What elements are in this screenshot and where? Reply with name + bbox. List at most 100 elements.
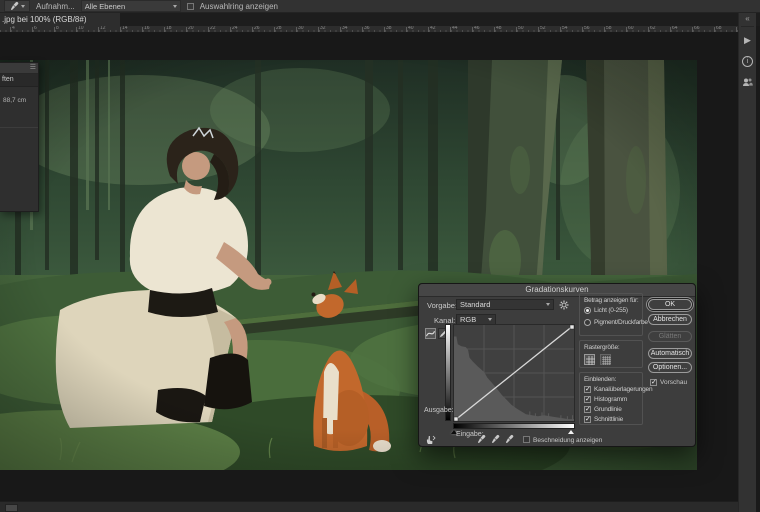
- white-point-eyedropper-icon[interactable]: [505, 434, 514, 447]
- horizontal-ruler[interactable]: 4681012141618202224262830323436384042444…: [0, 26, 738, 33]
- horizontal-scrollbar[interactable]: [0, 501, 738, 512]
- document-tab-bar: .jpg bei 100% (RGB/8#): [0, 13, 760, 26]
- amount-label: Betrag anzeigen für:: [584, 297, 639, 304]
- sampling-ring-label: Auswahlring anzeigen: [200, 2, 278, 11]
- curve-point-highlight[interactable]: [570, 325, 574, 329]
- ok-button[interactable]: OK: [648, 299, 692, 310]
- ruler-number: 14: [122, 26, 128, 31]
- ruler-number: 56: [584, 26, 590, 31]
- panel-menu-icon[interactable]: ☰: [30, 65, 36, 71]
- play-icon[interactable]: ▶: [741, 34, 754, 47]
- ruler-number: 22: [210, 26, 216, 31]
- dock-divider: [741, 26, 754, 27]
- checkbox-icon: ✓: [584, 386, 591, 393]
- curves-dialog: Gradationskurven Vorgabe: Standard Kanal…: [418, 283, 696, 447]
- show-checkbox-row[interactable]: ✓Histogramm: [584, 396, 642, 403]
- output-label: Ausgabe:: [424, 407, 454, 414]
- ruler-number: 68: [716, 26, 722, 31]
- tool-preset-dropdown[interactable]: [4, 0, 30, 12]
- radio-light[interactable]: Licht (0-255): [584, 307, 642, 314]
- preview-label: Vorschau: [660, 379, 687, 386]
- options-button[interactable]: Optionen...: [648, 362, 692, 373]
- ruler-number: 48: [496, 26, 502, 31]
- panel-divider: [0, 127, 38, 128]
- chevron-down-icon: [488, 318, 492, 321]
- ruler-number: 60: [628, 26, 634, 31]
- black-point-eyedropper-icon[interactable]: [477, 434, 486, 447]
- ruler-number: 18: [166, 26, 172, 31]
- cancel-button[interactable]: Abbrechen: [648, 314, 692, 325]
- ruler-number: 12: [100, 26, 106, 31]
- show-checkbox-label: Histogramm: [594, 396, 627, 403]
- ruler-number: 62: [650, 26, 656, 31]
- show-label: Einblenden:: [584, 376, 616, 383]
- preset-value: Standard: [460, 300, 490, 309]
- collapse-panels-icon[interactable]: «: [745, 14, 749, 24]
- curve-point-tool-icon[interactable]: [425, 328, 436, 339]
- ruler-number: 40: [408, 26, 414, 31]
- preset-options-icon[interactable]: [559, 300, 569, 312]
- show-checkbox-row[interactable]: ✓Kanalüberlagerungen: [584, 386, 642, 393]
- document-tab[interactable]: .jpg bei 100% (RGB/8#): [0, 13, 120, 26]
- grid-size-label: Rastergröße:: [584, 344, 620, 351]
- ruler-number: 64: [672, 26, 678, 31]
- ruler-number: 24: [232, 26, 238, 31]
- channel-value: RGB: [460, 315, 476, 324]
- preset-dropdown[interactable]: Standard: [456, 299, 554, 310]
- ruler-number: 8: [56, 26, 59, 31]
- ruler-number: 42: [430, 26, 436, 31]
- clipping-checkbox[interactable]: ✓: [523, 436, 530, 443]
- preview-checkbox[interactable]: ✓: [650, 379, 657, 386]
- people-icon[interactable]: [741, 76, 754, 89]
- chevron-down-icon: [173, 5, 177, 8]
- dialog-title-bar[interactable]: Gradationskurven: [419, 284, 695, 297]
- panel-header[interactable]: ☰: [0, 63, 38, 74]
- show-items: ✓Kanalüberlagerungen✓Histogramm✓Grundlin…: [580, 386, 642, 423]
- smooth-button[interactable]: Glätten: [648, 331, 692, 342]
- checkbox-icon: ✓: [584, 406, 591, 413]
- simple-grid-icon[interactable]: [584, 354, 595, 365]
- ruler-number: 32: [320, 26, 326, 31]
- targeted-adjustment-icon[interactable]: [425, 434, 436, 447]
- tool-options-bar: Aufnahm... Alle Ebenen ✓ Auswahlring anz…: [0, 0, 760, 13]
- sample-layers-dropdown[interactable]: Alle Ebenen: [81, 0, 181, 12]
- left-floating-panel: ☰ ften 88,7 cm: [0, 62, 39, 212]
- ruler-number: 50: [518, 26, 524, 31]
- radio-icon: [584, 307, 591, 314]
- ruler-number: 30: [298, 26, 304, 31]
- show-checkbox-row[interactable]: ✓Schnittlinie: [584, 416, 642, 423]
- ruler-number: 4: [12, 26, 15, 31]
- ruler-number: 36: [364, 26, 370, 31]
- gray-point-eyedropper-icon[interactable]: [491, 434, 500, 447]
- sample-layers-value: Alle Ebenen: [85, 2, 125, 11]
- ruler-number: 34: [342, 26, 348, 31]
- show-checkbox-row[interactable]: ✓Grundlinie: [584, 406, 642, 413]
- ruler-number: 44: [452, 26, 458, 31]
- radio-pigment[interactable]: Pigment/Druckfarbe %: [584, 319, 642, 326]
- curve-point-shadow[interactable]: [454, 417, 458, 421]
- detailed-grid-icon[interactable]: [600, 354, 611, 365]
- panel-dock: « ▶ i: [738, 13, 756, 512]
- scrollbar-thumb[interactable]: [5, 504, 18, 512]
- curves-graph[interactable]: [453, 324, 575, 422]
- highlight-input-slider[interactable]: [568, 430, 574, 434]
- photoshop-window: Aufnahm... Alle Ebenen ✓ Auswahlring anz…: [0, 0, 760, 512]
- sample-label: Aufnahm...: [36, 2, 75, 11]
- ruler-number: 54: [562, 26, 568, 31]
- input-gradient-bar: [453, 423, 575, 429]
- grid-size-group: Rastergröße:: [579, 340, 643, 368]
- ruler-number: 16: [144, 26, 150, 31]
- panel-tab[interactable]: ften: [0, 74, 38, 87]
- ruler-number: 26: [254, 26, 260, 31]
- show-group: Einblenden: ✓Kanalüberlagerungen✓Histogr…: [579, 372, 643, 425]
- eyedropper-icon: [10, 1, 19, 12]
- sampling-ring-checkbox[interactable]: ✓: [187, 3, 194, 10]
- ruler-number: 58: [606, 26, 612, 31]
- checkbox-icon: ✓: [584, 396, 591, 403]
- auto-button[interactable]: Automatisch: [648, 348, 692, 359]
- info-icon[interactable]: i: [741, 55, 754, 68]
- ruler-number: 6: [34, 26, 37, 31]
- preset-label: Vorgabe:: [427, 301, 457, 310]
- show-checkbox-label: Schnittlinie: [594, 416, 623, 423]
- panel-value: 88,7 cm: [0, 87, 38, 104]
